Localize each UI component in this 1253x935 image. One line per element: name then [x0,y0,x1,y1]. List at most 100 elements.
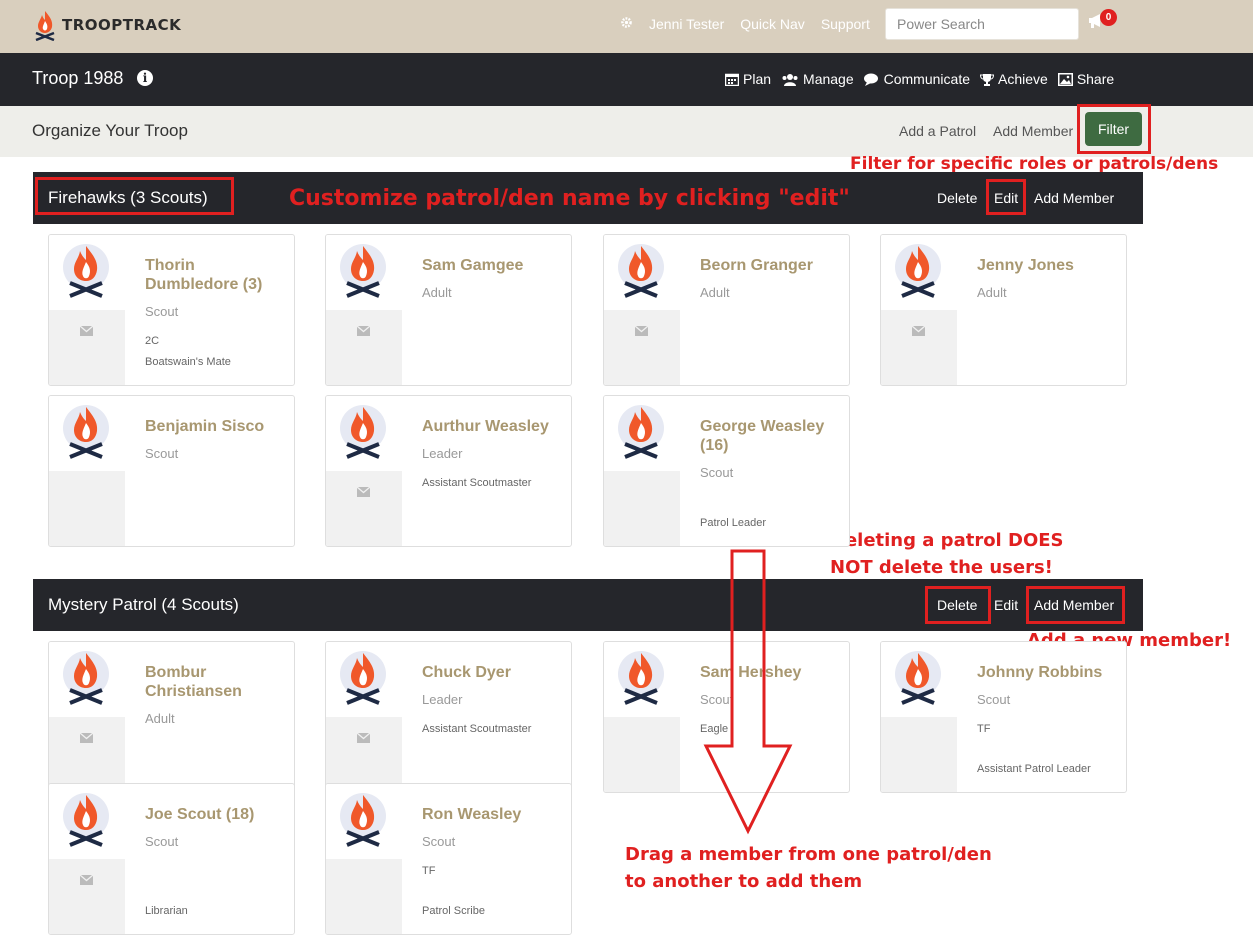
avatar [49,396,125,471]
comments-icon [863,73,878,86]
card-sidebar [604,396,680,546]
nav-achieve[interactable]: Achieve [980,71,1048,87]
member-name[interactable]: Aurthur Weasley [422,417,562,436]
member-role: Scout [700,465,734,480]
member-card[interactable]: Chuck Dyer Leader Assistant Scoutmaster [325,641,572,793]
member-name[interactable]: Beorn Granger [700,256,840,275]
envelope-icon[interactable] [356,730,371,748]
member-card[interactable]: Aurthur Weasley Leader Assistant Scoutmast… [325,395,572,547]
member-card[interactable]: Ron Weasley Scout TF Patrol Scribe [325,783,572,935]
power-search-input[interactable]: Power Search [885,8,1079,40]
avatar [604,642,680,717]
delete-annotation: Deleting a patrol DOES NOT delete the us… [830,530,1064,578]
add-patrol-link[interactable]: Add a Patrol [899,123,976,139]
add-member-link[interactable]: Add Member [993,123,1073,139]
member-name[interactable]: Chuck Dyer [422,663,562,682]
nav-plan[interactable]: Plan [725,71,771,87]
envelope-icon[interactable] [911,323,926,341]
calendar-icon [725,73,739,86]
member-name[interactable]: Ron Weasley [422,805,562,824]
main-navbar: Troop 1988 i Plan Manage Communicate Ach… [0,53,1253,106]
card-sidebar [49,784,125,934]
page-title: Organize Your Troop [32,121,188,140]
member-rank: Assistant Scoutmaster [422,723,532,735]
envelope-icon[interactable] [356,484,371,502]
brand-name: TROOPTRACK [62,16,182,34]
member-role: Leader [422,692,463,707]
member-card[interactable]: Benjamin Sisco Scout [48,395,295,547]
card-sidebar [604,235,680,385]
patrol-name[interactable]: Mystery Patrol (4 Scouts) [48,595,239,615]
member-role: Adult [700,285,730,300]
envelope-icon[interactable] [79,323,94,341]
delete-patrol-link[interactable]: Delete [937,190,977,206]
nav-share[interactable]: Share [1057,71,1114,87]
member-card[interactable]: George Weasley (16) Scout Patrol Leader [603,395,850,547]
quick-nav-link[interactable]: Quick Nav [740,16,805,32]
member-card[interactable]: Beorn Granger Adult [603,234,850,386]
member-position: Boatswain's Mate [145,356,231,368]
campfire-icon [35,11,55,41]
member-position: Librarian [145,905,188,917]
avatar [604,235,680,310]
member-rank: TF [977,723,991,735]
nav-manage[interactable]: Manage [781,71,854,87]
filter-highlight-box [1077,104,1151,154]
envelope-icon[interactable] [79,872,94,890]
member-card[interactable]: Sam Gamgee Adult [325,234,572,386]
card-sidebar [326,784,402,934]
avatar [326,235,402,310]
member-name[interactable]: George Weasley (16) [700,417,840,455]
member-name[interactable]: Benjamin Sisco [145,417,285,436]
member-card[interactable]: Johnny Robbins Scout TF Assistant Patrol Le… [880,641,1127,793]
add-member-highlight-box [1026,586,1125,624]
top-bar: TROOPTRACK Jenni Tester Quick Nav Suppor… [0,0,1253,53]
nav-communicate[interactable]: Communicate [863,71,970,87]
info-icon[interactable]: i [137,70,153,86]
notification-badge[interactable]: 0 [1100,9,1117,26]
card-sidebar [604,642,680,792]
member-name[interactable]: Thorin Dumbledore (3) [145,256,285,294]
member-rank: 2C [145,335,160,347]
support-link[interactable]: Support [821,16,870,32]
settings-gear-icon[interactable] [620,16,633,32]
member-name[interactable]: Sam Gamgee [422,256,562,275]
member-name[interactable]: Bombur Christiansen [145,663,285,701]
envelope-icon[interactable] [356,323,371,341]
member-role: Leader [422,446,463,461]
card-sidebar [326,235,402,385]
user-name-link[interactable]: Jenni Tester [649,16,724,32]
member-card[interactable]: Thorin Dumbledore (3) Scout 2C Boatswain's … [48,234,295,386]
card-sidebar [49,642,125,792]
member-role: Scout [145,834,179,849]
member-name[interactable]: Joe Scout (18) [145,805,285,824]
image-icon [1057,72,1073,86]
avatar [49,642,125,717]
avatar [326,396,402,471]
member-role: Adult [422,285,452,300]
member-rank: Assistant Scoutmaster [422,477,532,489]
avatar [49,784,125,859]
avatar [881,235,957,310]
card-sidebar [881,235,957,385]
patrol-name-highlight-box [35,177,234,215]
member-name[interactable]: Johnny Robbins [977,663,1117,682]
add-member-patrol-link[interactable]: Add Member [1034,190,1114,206]
avatar [881,642,957,717]
edit-highlight-box [986,179,1026,215]
member-position: Patrol Scribe [422,905,485,917]
envelope-icon[interactable] [634,323,649,341]
card-sidebar [881,642,957,792]
member-role: Scout [977,692,1011,707]
member-name[interactable]: Jenny Jones [977,256,1117,275]
envelope-icon[interactable] [79,730,94,748]
edit-patrol-link[interactable]: Edit [994,597,1018,613]
users-icon [782,73,798,86]
member-position: Patrol Leader [700,517,767,529]
member-card[interactable]: Joe Scout (18) Scout Librarian [48,783,295,935]
avatar [49,235,125,310]
drag-arrow-icon [703,549,793,835]
member-card[interactable]: Jenny Jones Adult [880,234,1127,386]
brand-logo[interactable]: TROOPTRACK [32,9,181,41]
member-card[interactable]: Bombur Christiansen Adult [48,641,295,793]
